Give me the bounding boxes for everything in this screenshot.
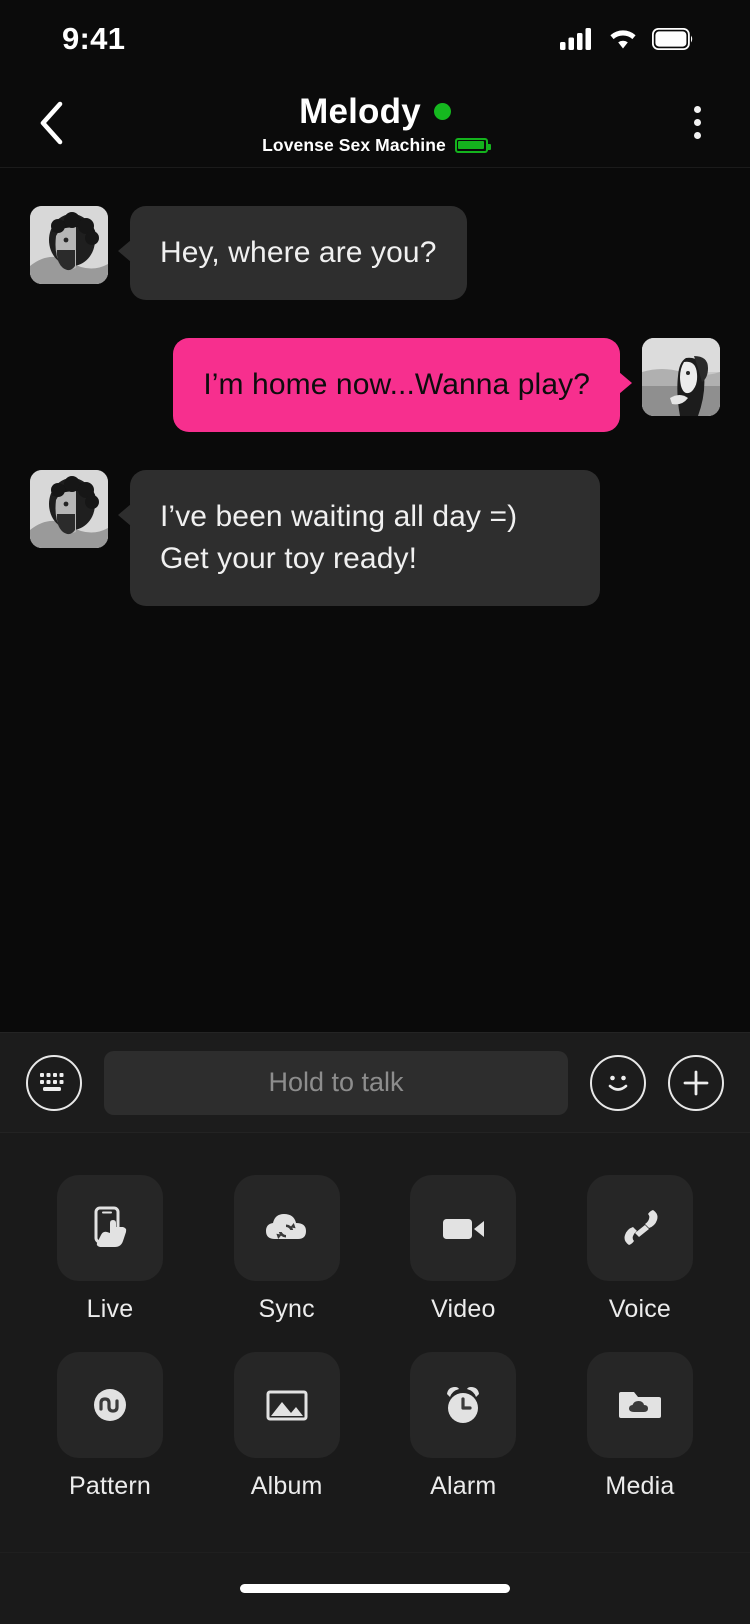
- home-indicator-area: [0, 1552, 750, 1624]
- wifi-icon: [610, 30, 636, 49]
- action-item-voice[interactable]: Voice: [570, 1175, 710, 1324]
- message-bubble[interactable]: I’ve been waiting all day =) Get your to…: [118, 470, 600, 606]
- action-item-album[interactable]: Album: [217, 1352, 357, 1501]
- message-input-bar: Hold to talk: [0, 1032, 750, 1132]
- video-camera-icon: [443, 1219, 485, 1239]
- action-item-video[interactable]: Video: [393, 1175, 533, 1324]
- folder-cloud-icon: [618, 1392, 661, 1418]
- action-tile: [586, 1352, 693, 1458]
- phone-handset-icon: [624, 1210, 658, 1245]
- action-label: Live: [86, 1295, 134, 1323]
- action-item-sync[interactable]: Sync: [217, 1175, 357, 1324]
- action-label: Video: [431, 1295, 496, 1323]
- wave-pattern-icon: [94, 1389, 126, 1421]
- online-status-dot: [433, 103, 451, 120]
- action-label: Album: [250, 1472, 323, 1500]
- hold-to-talk-label: Hold to talk: [268, 1067, 404, 1097]
- action-panel: Live Sync Video Voice Pattern Album Alar…: [0, 1132, 750, 1552]
- action-row: Live Sync Video Voice: [40, 1175, 710, 1324]
- subtitle-row: Lovense Sex Machine: [262, 134, 491, 156]
- keyboard-toggle-button[interactable]: [26, 1054, 82, 1111]
- add-attachment-button[interactable]: [668, 1054, 724, 1111]
- action-label: Sync: [258, 1295, 315, 1323]
- status-icon-group: [560, 27, 694, 51]
- action-tile: [233, 1175, 340, 1281]
- avatar[interactable]: [642, 338, 720, 416]
- bubble-wrapper: Hey, where are you?: [108, 206, 467, 300]
- action-tile: [586, 1175, 693, 1281]
- smiley-icon: [608, 1075, 628, 1091]
- bearded-man-portrait-icon: [30, 470, 108, 548]
- action-item-live[interactable]: Live: [40, 1175, 180, 1324]
- action-label: Pattern: [68, 1472, 151, 1500]
- more-options-button[interactable]: [670, 96, 724, 150]
- image-icon: [266, 1390, 308, 1421]
- hold-to-talk-button[interactable]: Hold to talk: [104, 1050, 568, 1115]
- action-tile: [57, 1352, 163, 1458]
- emoji-button[interactable]: [590, 1054, 646, 1111]
- action-item-alarm[interactable]: Alarm: [393, 1352, 533, 1501]
- bubble-wrapper: I’m home now...Wanna play?: [173, 338, 642, 432]
- message-row: I’ve been waiting all day =) Get your to…: [0, 470, 750, 606]
- message-bubble[interactable]: I’m home now...Wanna play?: [173, 338, 632, 432]
- overflow-menu-icon: [693, 132, 701, 139]
- phone-touch-icon: [94, 1206, 127, 1247]
- action-label: Media: [605, 1472, 675, 1500]
- keyboard-icon: [40, 1072, 64, 1091]
- alarm-clock-icon: [447, 1387, 480, 1423]
- device-name-label: Lovense Sex Machine: [262, 134, 446, 155]
- message-bubble[interactable]: Hey, where are you?: [118, 206, 467, 300]
- cloud-sync-icon: [265, 1214, 306, 1239]
- chevron-left-icon: [40, 101, 63, 144]
- avatar[interactable]: [30, 470, 108, 548]
- message-row: Hey, where are you?: [0, 206, 750, 300]
- action-tile: [410, 1352, 517, 1458]
- cellular-signal-icon: [560, 28, 591, 50]
- action-label: Alarm: [430, 1472, 497, 1500]
- action-tile: [233, 1352, 340, 1458]
- bearded-man-portrait-icon: [30, 206, 108, 284]
- action-label: Voice: [608, 1295, 672, 1323]
- chat-header: Melody Lovense Sex Machine: [0, 78, 750, 168]
- plus-icon: [683, 1070, 709, 1095]
- message-list[interactable]: Hey, where are you? I’m home now...Wanna…: [0, 168, 750, 1032]
- status-time: 9:41: [62, 21, 126, 56]
- action-row: Pattern Album Alarm Media: [40, 1352, 710, 1501]
- device-battery-icon: [454, 137, 491, 153]
- avatar[interactable]: [30, 206, 108, 284]
- message-row: I’m home now...Wanna play?: [0, 338, 750, 432]
- overflow-menu-icon: [693, 119, 701, 126]
- battery-icon: [652, 28, 693, 50]
- home-indicator[interactable]: [240, 1584, 510, 1593]
- action-item-media[interactable]: Media: [570, 1352, 710, 1501]
- woman-profile-portrait-icon: [642, 338, 720, 416]
- title-row: Melody: [299, 92, 451, 132]
- page-title: Melody: [299, 91, 421, 131]
- phone-screen: 9:41 Melody Lovense Sex Machine Hey, whe…: [0, 0, 750, 1624]
- back-button[interactable]: [24, 96, 78, 150]
- status-bar: 9:41: [0, 0, 750, 78]
- action-tile: [410, 1175, 517, 1281]
- bubble-wrapper: I’ve been waiting all day =) Get your to…: [108, 470, 600, 606]
- action-item-pattern[interactable]: Pattern: [40, 1352, 180, 1501]
- overflow-menu-icon: [693, 106, 701, 113]
- action-tile: [57, 1175, 163, 1281]
- header-title-block: Melody Lovense Sex Machine: [0, 90, 750, 156]
